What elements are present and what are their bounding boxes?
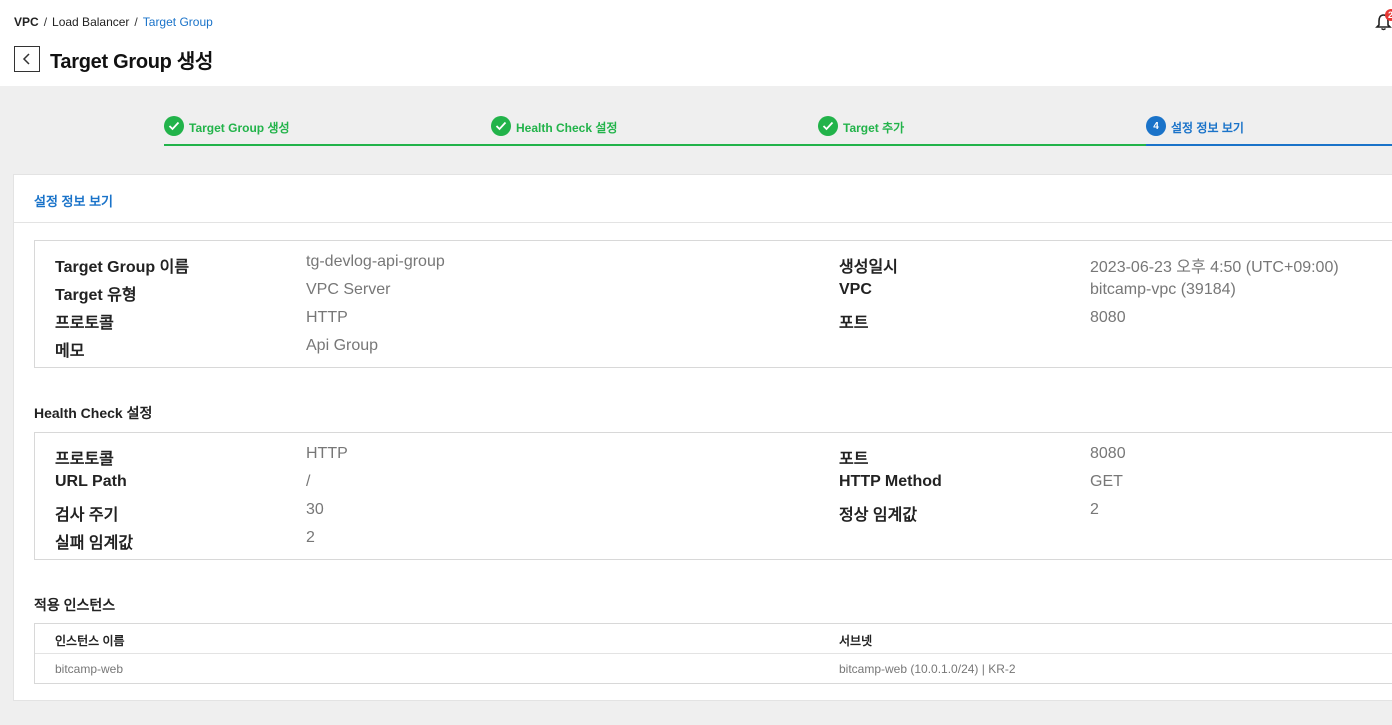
table-header: 인스턴스 이름 서브넷 [35, 624, 1392, 654]
info-value: GET [1090, 473, 1123, 490]
info-label: 메모 [55, 343, 85, 360]
basic-info-box: Target Group 이름 tg-devlog-api-group 생성일시… [34, 240, 1392, 368]
check-icon [818, 116, 838, 136]
step-target-add: Target 추가 [818, 112, 1148, 146]
info-value: 2 [306, 529, 315, 546]
info-label: 프로토콜 [55, 451, 114, 468]
wizard-stepper: Target Group 생성 Health Check 설정 Target 추… [164, 112, 1392, 146]
info-label: URL Path [55, 473, 127, 490]
step-label: 설정 정보 보기 [1171, 121, 1244, 135]
info-label: Target Group 이름 [55, 259, 190, 276]
info-value: Api Group [306, 337, 379, 354]
info-label: 포트 [839, 451, 869, 468]
info-value: 8080 [1090, 309, 1126, 326]
card-title: 설정 정보 보기 [34, 194, 113, 209]
info-label: 실패 임계값 [55, 535, 134, 552]
step-target-group: Target Group 생성 [164, 112, 494, 146]
step-summary: 4 설정 정보 보기 [1146, 112, 1392, 146]
column-header-subnet: 서브넷 [839, 634, 873, 648]
page-header: VPC / Load Balancer / Target Group Targe… [0, 0, 1392, 86]
step-progress-bar [491, 144, 821, 146]
info-label: 생성일시 [839, 259, 898, 276]
info-value: HTTP [306, 309, 348, 326]
info-label: VPC [839, 281, 872, 298]
breadcrumb: VPC / Load Balancer / Target Group [14, 15, 213, 29]
info-label: 프로토콜 [55, 315, 114, 332]
summary-card: 설정 정보 보기 Target Group 이름 tg-devlog-api-g… [13, 174, 1392, 701]
info-value: 30 [306, 501, 324, 518]
notification-badge: 2 [1385, 9, 1392, 21]
check-icon [164, 116, 184, 136]
check-icon [491, 116, 511, 136]
back-button[interactable] [14, 46, 40, 72]
page-title: Target Group 생성 [50, 51, 214, 73]
breadcrumb-separator: / [134, 15, 138, 29]
info-label: 검사 주기 [55, 507, 119, 524]
breadcrumb-vpc[interactable]: VPC [14, 15, 39, 29]
info-value: VPC Server [306, 281, 391, 298]
info-value: 2023-06-23 오후 4:50 (UTC+09:00) [1090, 259, 1339, 276]
info-value: 2 [1090, 501, 1099, 518]
step-label: Target Group 생성 [189, 121, 290, 135]
health-check-section-title: Health Check 설정 [34, 405, 153, 421]
info-label: 정상 임계값 [839, 507, 918, 524]
instances-table: 인스턴스 이름 서브넷 bitcamp-web bitcamp-web (10.… [34, 623, 1392, 684]
step-number: 4 [1146, 116, 1166, 136]
chevron-left-icon [22, 53, 30, 65]
table-cell-subnet: bitcamp-web (10.0.1.0/24) | KR-2 [839, 662, 1016, 676]
column-header-instance-name: 인스턴스 이름 [55, 634, 125, 648]
step-label: Health Check 설정 [516, 121, 618, 135]
info-label: 포트 [839, 315, 869, 332]
step-label: Target 추가 [843, 121, 905, 135]
health-check-box: 프로토콜 HTTP 포트 8080 URL Path / HTTP Method… [34, 432, 1392, 560]
breadcrumb-target-group[interactable]: Target Group [143, 15, 213, 29]
instances-section-title: 적용 인스턴스 [34, 597, 116, 613]
step-health-check: Health Check 설정 [491, 112, 821, 146]
breadcrumb-load-balancer[interactable]: Load Balancer [52, 15, 129, 29]
info-label: Target 유형 [55, 287, 137, 304]
table-cell-instance-name: bitcamp-web [55, 662, 124, 676]
info-value: 8080 [1090, 445, 1126, 462]
step-progress-bar [818, 144, 1148, 146]
info-value: tg-devlog-api-group [306, 253, 445, 270]
step-progress-bar [164, 144, 494, 146]
breadcrumb-separator: / [43, 15, 48, 29]
info-value: bitcamp-vpc (39184) [1090, 281, 1236, 298]
info-value: HTTP [306, 445, 348, 462]
step-progress-bar [1146, 144, 1392, 146]
info-label: HTTP Method [839, 473, 942, 490]
info-value: / [306, 473, 311, 490]
divider [14, 222, 1392, 223]
